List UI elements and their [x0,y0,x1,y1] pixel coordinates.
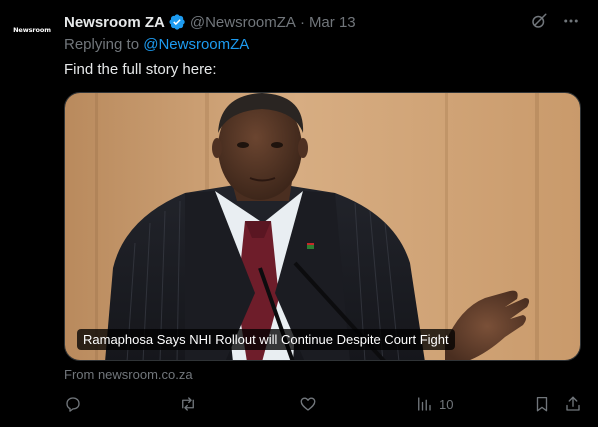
handle[interactable]: @NewsroomZA [190,14,296,31]
link-card[interactable]: Ramaphosa Says NHI Rollout will Continue… [64,92,581,361]
post: Newsroom Newsroom ZA @NewsroomZA · Mar 1… [0,0,598,427]
display-name[interactable]: Newsroom ZA [64,14,165,31]
like-icon [299,395,317,413]
action-bar: 10 [64,395,582,415]
replying-to-label: Replying to [64,36,140,53]
reply-icon [64,395,82,413]
like-button[interactable] [299,395,317,413]
avatar[interactable]: Newsroom [12,10,52,50]
views-count: 10 [439,396,454,412]
grok-icon[interactable] [528,10,550,32]
card-headline: Ramaphosa Says NHI Rollout will Continue… [77,329,455,350]
views-icon [415,395,433,413]
card-source[interactable]: From newsroom.co.za [64,367,193,382]
bookmark-button[interactable] [533,395,551,413]
reply-button[interactable] [64,395,82,413]
avatar-logo-text: Newsroom [13,26,51,34]
repost-icon [179,395,197,413]
views-button[interactable]: 10 [415,395,453,413]
share-button[interactable] [564,395,582,413]
card-image [65,93,580,360]
share-icon [564,395,582,413]
post-text: Find the full story here: [64,61,217,78]
header-actions [528,10,582,32]
verified-badge-icon[interactable] [168,13,186,31]
replying-to: Replying to @NewsroomZA [64,36,249,53]
post-date[interactable]: Mar 13 [309,14,356,31]
bookmark-icon [533,395,551,413]
post-header: Newsroom ZA @NewsroomZA · Mar 13 [64,12,356,32]
replying-to-handle[interactable]: @NewsroomZA [143,36,249,53]
more-icon[interactable] [560,10,582,32]
repost-button[interactable] [179,395,197,413]
separator-dot: · [299,13,305,31]
